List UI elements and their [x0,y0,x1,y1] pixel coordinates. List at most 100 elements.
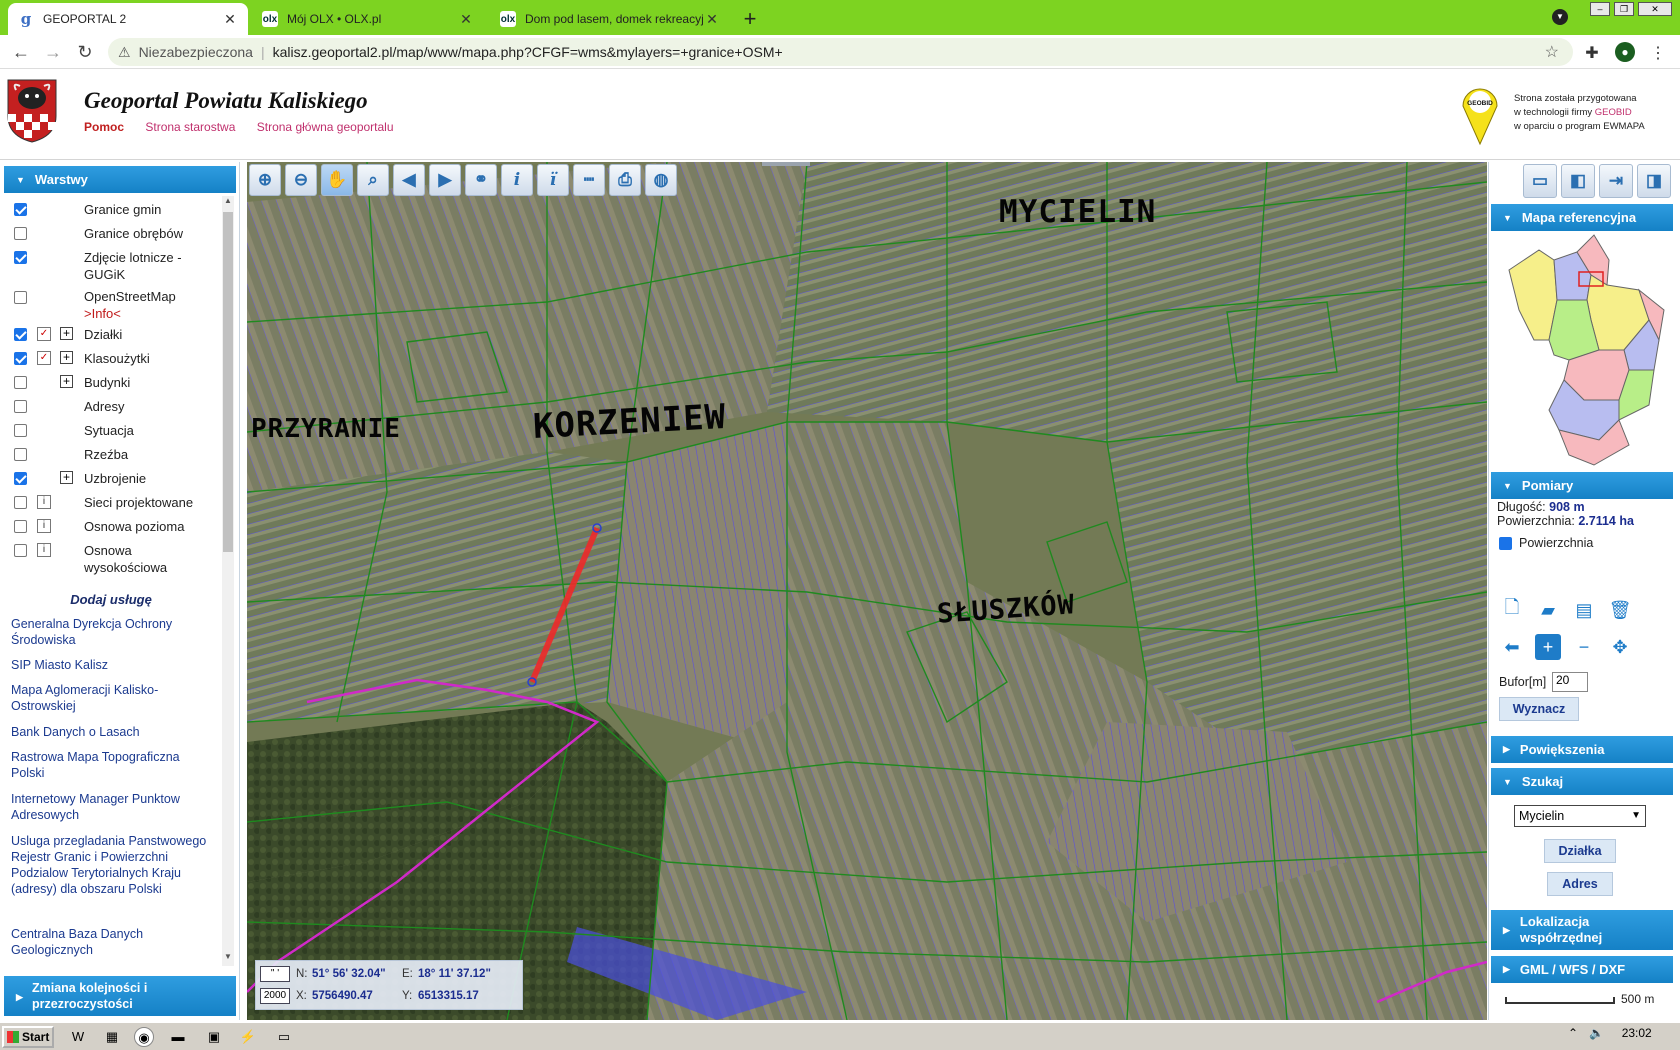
flash-icon[interactable]: ⚡ [238,1027,258,1047]
layer-checkbox[interactable] [14,424,27,437]
help-link[interactable]: Pomoc [84,120,124,134]
remove-point-icon[interactable]: − [1571,634,1597,660]
measure-header[interactable]: ▼ Pomiary [1491,472,1673,499]
url-text[interactable]: kalisz.geoportal2.pl/map/www/mapa.php?CF… [273,44,783,60]
zoom-in-icon[interactable]: ⊕ [249,164,281,196]
minimize-button[interactable]: ‒ [1590,2,1610,16]
open-folder-icon[interactable]: ▰ [1535,597,1561,623]
tab-search-icon[interactable]: ▼ [1552,9,1568,25]
layer-checkbox[interactable] [14,352,27,365]
trash-icon[interactable]: 🗑 [1607,597,1633,623]
expand-plus-icon[interactable]: + [60,327,73,340]
chrome-icon[interactable]: ◉ [134,1027,154,1047]
close-tab-icon[interactable]: ✕ [704,11,720,28]
coord-format-toggle[interactable]: " ' [260,966,290,982]
expand-plus-icon[interactable]: + [60,471,73,484]
service-link[interactable]: Mapa Aglomeracji Kalisko-Ostrowskiej [11,682,211,714]
monitor-icon[interactable]: ▭ [274,1027,294,1047]
layer-checkbox[interactable] [14,448,27,461]
geobid-logo[interactable]: GEOBID [1460,84,1500,146]
print-icon[interactable]: ⎙ [609,164,641,196]
service-link[interactable]: Centralna Baza Danych Geologicznych [11,926,211,958]
omnibox[interactable]: ⚠ Niezabezpieczona | kalisz.geoportal2.p… [108,38,1573,66]
info-doc-icon[interactable]: i [37,543,51,557]
layer-checkbox[interactable] [14,251,27,264]
measure-ruler-icon[interactable]: ┉ [573,164,605,196]
expand-plus-icon[interactable]: + [60,375,73,388]
expand-plus-icon[interactable]: + [60,351,73,364]
geoportal-home-link[interactable]: Strona główna geoportalu [257,120,394,134]
service-link[interactable]: Rastrowa Mapa Topograficzna Polski [11,749,211,781]
zoom-presets-header[interactable]: ▶ Powiększenia [1491,736,1673,763]
search-header[interactable]: ▼ Szukaj [1491,768,1673,795]
info-icon[interactable]: i [501,164,533,196]
start-button[interactable]: Start [2,1026,54,1048]
scroll-down-icon[interactable]: ▼ [222,952,234,966]
add-point-icon[interactable]: + [1535,634,1561,660]
service-link[interactable]: SIP Miasto Kalisz [11,657,211,673]
new-document-icon[interactable]: 🗋 [1499,597,1525,623]
warning-icon[interactable]: ⚠ [118,44,131,61]
service-link[interactable]: Generalna Dyrekcja Ochrony Środowiska [11,616,211,648]
area-checkbox[interactable] [1499,537,1512,550]
zoom-extent-icon[interactable]: ⌕ [357,164,389,196]
service-link[interactable]: Usluga przegladania Panstwowego Rejestr … [11,833,211,897]
info-doc-icon[interactable]: i [37,519,51,533]
left-panel-toggle-icon[interactable]: ◧ [1561,164,1595,198]
calendar-icon[interactable]: ▦ [102,1027,122,1047]
determine-button[interactable]: Wyznacz [1499,697,1579,721]
ref-map-header[interactable]: ▼ Mapa referencyjna [1491,204,1673,231]
extensions-puzzle-icon[interactable]: ✚ [1582,43,1602,63]
word-icon[interactable]: W [68,1027,88,1047]
reference-map[interactable] [1499,230,1669,470]
edit-check-icon[interactable]: ✓ [37,327,51,341]
layer-checkbox[interactable] [14,472,27,485]
layer-list-scrollbar[interactable]: ▲ ▼ [222,196,234,966]
close-window-button[interactable]: ✕ [1638,2,1672,16]
search-select[interactable]: Mycielin ▼ [1514,805,1646,827]
buffer-input[interactable]: 20 [1552,672,1588,692]
insecure-label[interactable]: Niezabezpieczona [139,44,253,60]
starostwo-link[interactable]: Strona starostwa [145,120,235,134]
export-arrow-icon[interactable]: ⇥ [1599,164,1633,198]
zoom-out-icon[interactable]: ⊖ [285,164,317,196]
aerial-map-canvas[interactable] [247,162,1487,1020]
clock[interactable]: 23:02 [1622,1026,1652,1040]
restore-button[interactable]: ❐ [1614,2,1634,16]
info-doc-icon[interactable]: i [37,495,51,509]
next-view-icon[interactable]: ▶ [429,164,461,196]
parcel-search-button[interactable]: Działka [1544,839,1616,863]
layer-checkbox[interactable] [14,376,27,389]
layer-checkbox[interactable] [14,544,27,557]
service-link[interactable]: Internetowy Manager Punktow Adresowych [11,791,211,823]
move-point-icon[interactable]: ✥ [1607,634,1633,660]
service-link[interactable]: Bank Danych o Lasach [11,724,211,740]
layer-checkbox[interactable] [14,227,27,240]
volume-icon[interactable]: 🔈 [1589,1026,1604,1040]
pan-hand-icon[interactable]: ✋ [321,164,353,196]
tab-geoportal[interactable]: g GEOPORTAL 2 ✕ [8,3,248,35]
tray-arrow-icon[interactable]: ⌃ [1568,1026,1578,1040]
layer-checkbox[interactable] [14,203,27,216]
add-service-link[interactable]: Dodaj usługę [0,592,222,607]
previous-view-icon[interactable]: ◀ [393,164,425,196]
globe-icon[interactable]: ◍ [645,164,677,196]
browser-menu-icon[interactable]: ⋮ [1648,43,1668,63]
link-icon[interactable]: ⚭ [465,164,497,196]
forward-arrow-icon[interactable]: → [42,42,64,63]
address-search-button[interactable]: Adres [1547,872,1613,896]
edit-check-icon[interactable]: ✓ [37,351,51,365]
coord-system-toggle[interactable]: 2000 [260,988,290,1004]
export-header[interactable]: ▶ GML / WFS / DXF [1491,956,1673,983]
info-list-icon[interactable]: ï [537,164,569,196]
close-tab-icon[interactable]: ✕ [458,11,474,28]
layer-checkbox[interactable] [14,520,27,533]
layer-info-link[interactable]: >Info< [84,306,121,321]
tab-olx-dom[interactable]: olx Dom pod lasem, domek rekreacyjny ✕ [490,3,730,35]
layer-checkbox[interactable] [14,291,27,304]
right-panel-toggle-icon[interactable]: ◨ [1637,164,1671,198]
layer-checkbox[interactable] [14,496,27,509]
folder-icon[interactable]: ▬ [168,1027,188,1047]
reload-icon[interactable]: ↻ [74,42,96,63]
map-view[interactable]: MYCIELIN PRZYRANIE KORZENIEW SŁUSZKÓW ⊕ … [247,162,1487,1020]
